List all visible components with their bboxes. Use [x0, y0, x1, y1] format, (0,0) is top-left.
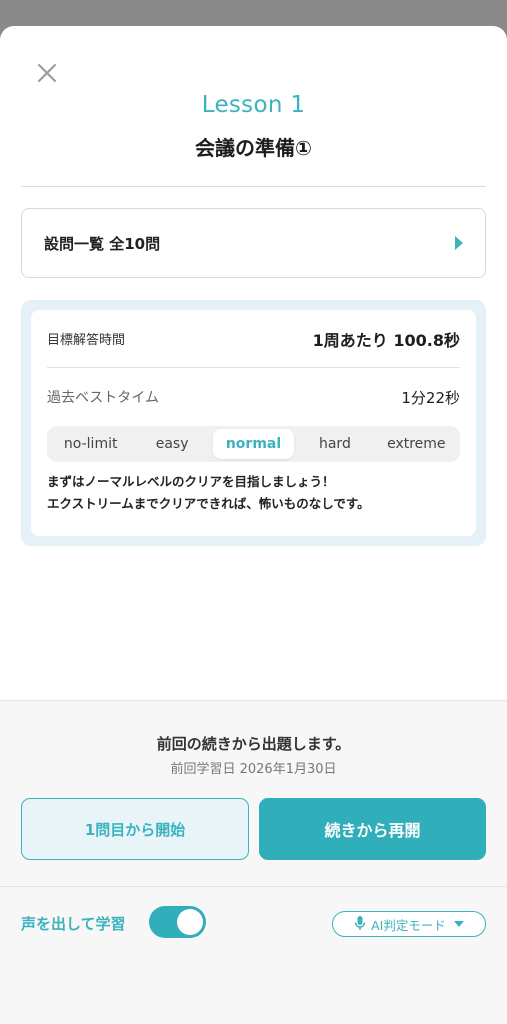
target-time-row: 目標解答時間 1周あたり 100.8秒 — [47, 310, 460, 368]
voice-study-toggle[interactable] — [149, 906, 206, 938]
footer-panel: 前回の続きから出題します。 前回学習日 2026年1月30日 1問目から開始 続… — [0, 700, 507, 1024]
goal-panel: 目標解答時間 1周あたり 100.8秒 過去ベストタイム 1分22秒 no-li… — [21, 300, 486, 546]
level-normal[interactable]: normal — [212, 429, 295, 459]
question-list-button[interactable]: 設問一覧 全10問 — [21, 208, 486, 278]
lesson-title: 会議の準備① — [195, 136, 312, 160]
level-no-limit[interactable]: no-limit — [50, 429, 131, 459]
toggle-knob — [177, 909, 203, 935]
level-description-line1: まずはノーマルレベルのクリアを目指しましょう！ — [47, 474, 335, 489]
caret-down-icon — [453, 921, 464, 927]
level-easy[interactable]: easy — [131, 429, 212, 459]
microphone-icon — [354, 915, 366, 934]
lesson-sheet: Lesson 1 会議の準備① 設問一覧 全10問 目標解答時間 1周あたり 1… — [0, 26, 507, 1024]
target-time-label: 目標解答時間 — [47, 333, 126, 348]
last-study-date: 前回学習日 2026年1月30日 — [170, 762, 337, 777]
continue-button[interactable]: 続きから再開 — [259, 798, 486, 860]
footer-divider — [0, 886, 507, 887]
best-time-value: 1分22秒 — [401, 388, 460, 407]
close-icon[interactable] — [36, 62, 58, 84]
header-divider — [21, 186, 486, 187]
target-time-value: 1周あたり 100.8秒 — [312, 330, 460, 350]
arrow-right-icon — [455, 236, 463, 250]
level-selector: no-limit easy normal hard extreme — [47, 426, 460, 462]
level-extreme[interactable]: extreme — [376, 429, 457, 459]
restart-button[interactable]: 1問目から開始 — [21, 798, 249, 860]
question-list-label: 設問一覧 全10問 — [44, 234, 161, 253]
level-description-line2: エクストリームまでクリアできれば、怖いものなしです。 — [47, 496, 370, 511]
voice-study-label: 声を出して学習 — [21, 915, 126, 933]
ai-mode-dropdown[interactable]: AI判定モード — [332, 911, 486, 937]
goal-panel-inner: 目標解答時間 1周あたり 100.8秒 過去ベストタイム 1分22秒 no-li… — [31, 310, 476, 536]
lesson-label: Lesson 1 — [201, 92, 306, 118]
level-description: まずはノーマルレベルのクリアを目指しましょう！ エクストリームまでクリアできれば… — [47, 471, 460, 515]
best-time-row: 過去ベストタイム 1分22秒 — [47, 368, 460, 426]
ai-mode-label: AI判定モード — [371, 917, 446, 933]
best-time-label: 過去ベストタイム — [47, 390, 159, 406]
resume-message: 前回の続きから出題します。 — [156, 735, 351, 753]
level-hard[interactable]: hard — [294, 429, 375, 459]
